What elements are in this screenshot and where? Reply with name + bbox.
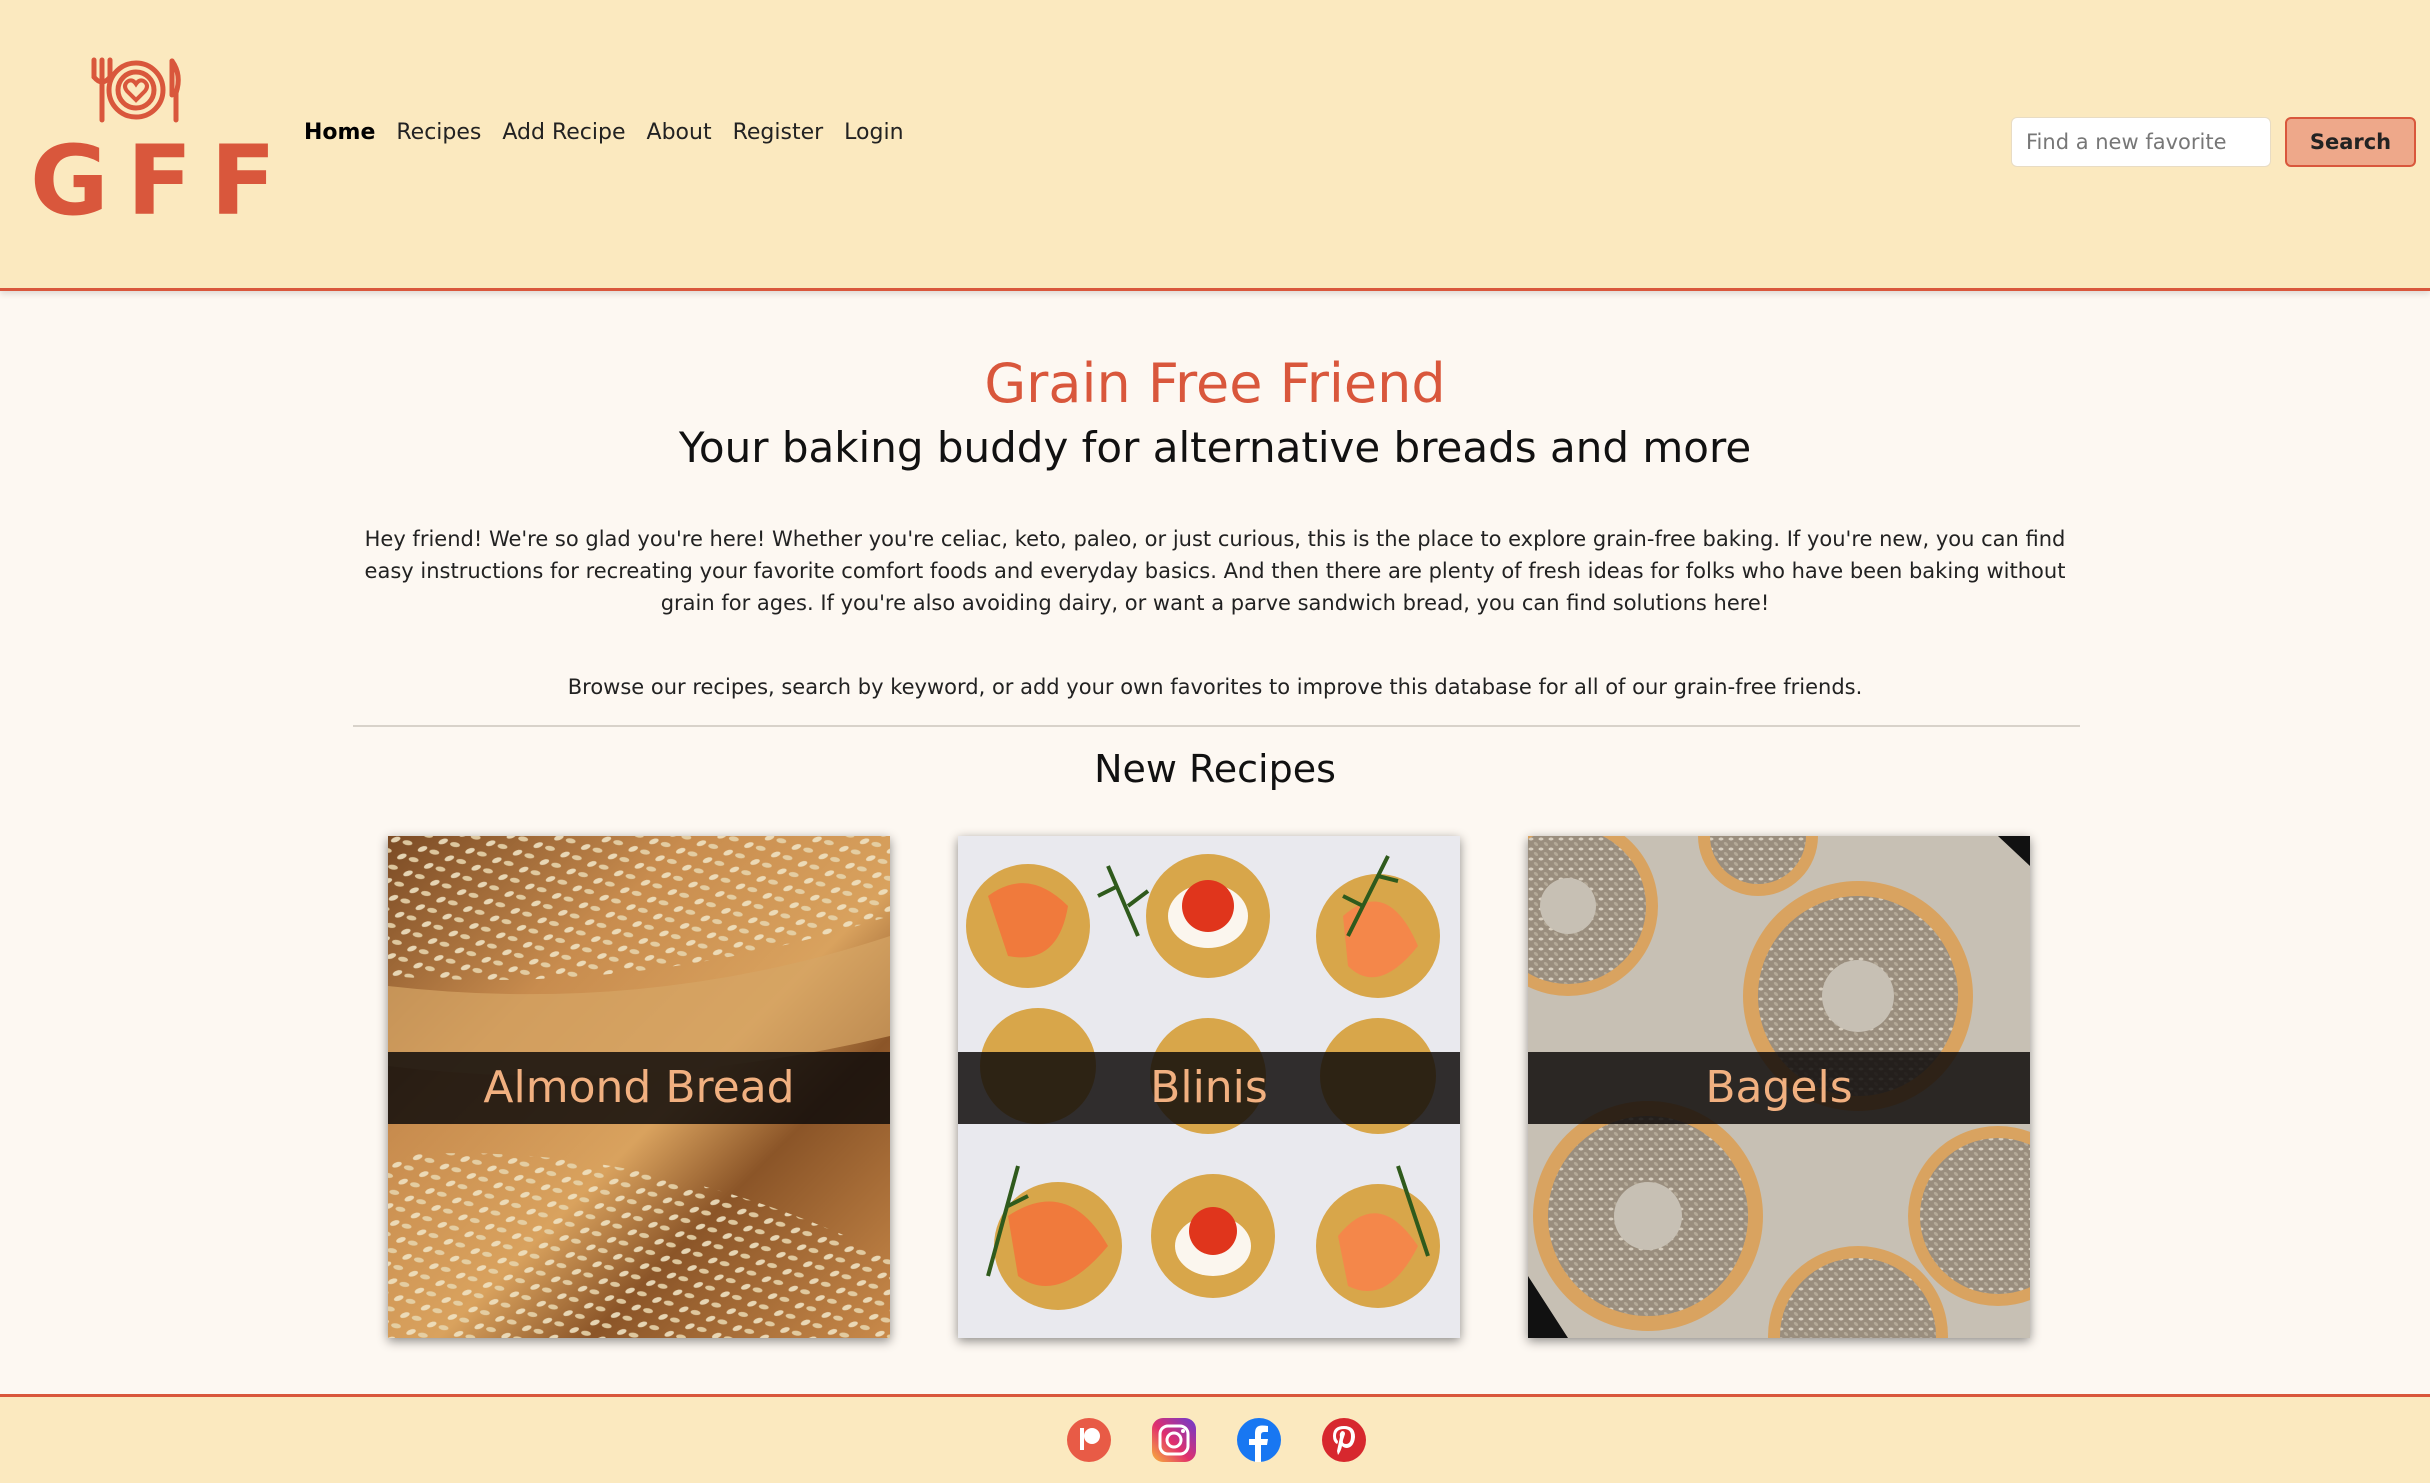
patreon-icon[interactable] — [1066, 1417, 1112, 1463]
nav-home[interactable]: Home — [304, 120, 375, 145]
page-tagline: Your baking buddy for alternative breads… — [678, 423, 1752, 472]
divider — [353, 725, 2080, 727]
nav-about[interactable]: About — [647, 120, 712, 145]
recipe-card-title: Bagels — [1705, 1062, 1853, 1113]
browse-paragraph: Browse our recipes, search by keyword, o… — [567, 675, 1863, 699]
recipe-card-blinis[interactable]: Blinis — [958, 836, 1460, 1338]
nav-add-recipe[interactable]: Add Recipe — [502, 120, 625, 145]
site-header: GFF Home Recipes Add Recipe About Regist… — [0, 0, 2430, 291]
recipe-card-title: Blinis — [1150, 1062, 1268, 1113]
nav-recipes[interactable]: Recipes — [396, 120, 481, 145]
recipe-card-title: Almond Bread — [483, 1062, 795, 1113]
pinterest-icon[interactable] — [1321, 1417, 1367, 1463]
new-recipes-heading: New Recipes — [1094, 747, 1336, 791]
plate-heart-icon — [91, 57, 181, 123]
nav-login[interactable]: Login — [844, 120, 903, 145]
facebook-icon[interactable] — [1236, 1417, 1282, 1463]
page-title: Grain Free Friend — [984, 352, 1446, 415]
site-footer — [0, 1394, 2430, 1483]
search-button[interactable]: Search — [2285, 117, 2416, 167]
intro-paragraph: Hey friend! We're so glad you're here! W… — [364, 527, 2066, 615]
main-content: Grain Free Friend Your baking buddy for … — [0, 291, 2430, 1394]
logo-text: GFF — [30, 125, 294, 237]
instagram-icon[interactable] — [1151, 1417, 1197, 1463]
recipe-card-bagels[interactable]: Bagels — [1528, 836, 2030, 1338]
main-nav: Home Recipes Add Recipe About Register L… — [304, 120, 925, 145]
search-input[interactable] — [2011, 117, 2271, 167]
site-logo[interactable]: GFF — [30, 55, 294, 237]
recipe-card-almond-bread[interactable]: Almond Bread — [388, 836, 890, 1338]
nav-register[interactable]: Register — [733, 120, 824, 145]
